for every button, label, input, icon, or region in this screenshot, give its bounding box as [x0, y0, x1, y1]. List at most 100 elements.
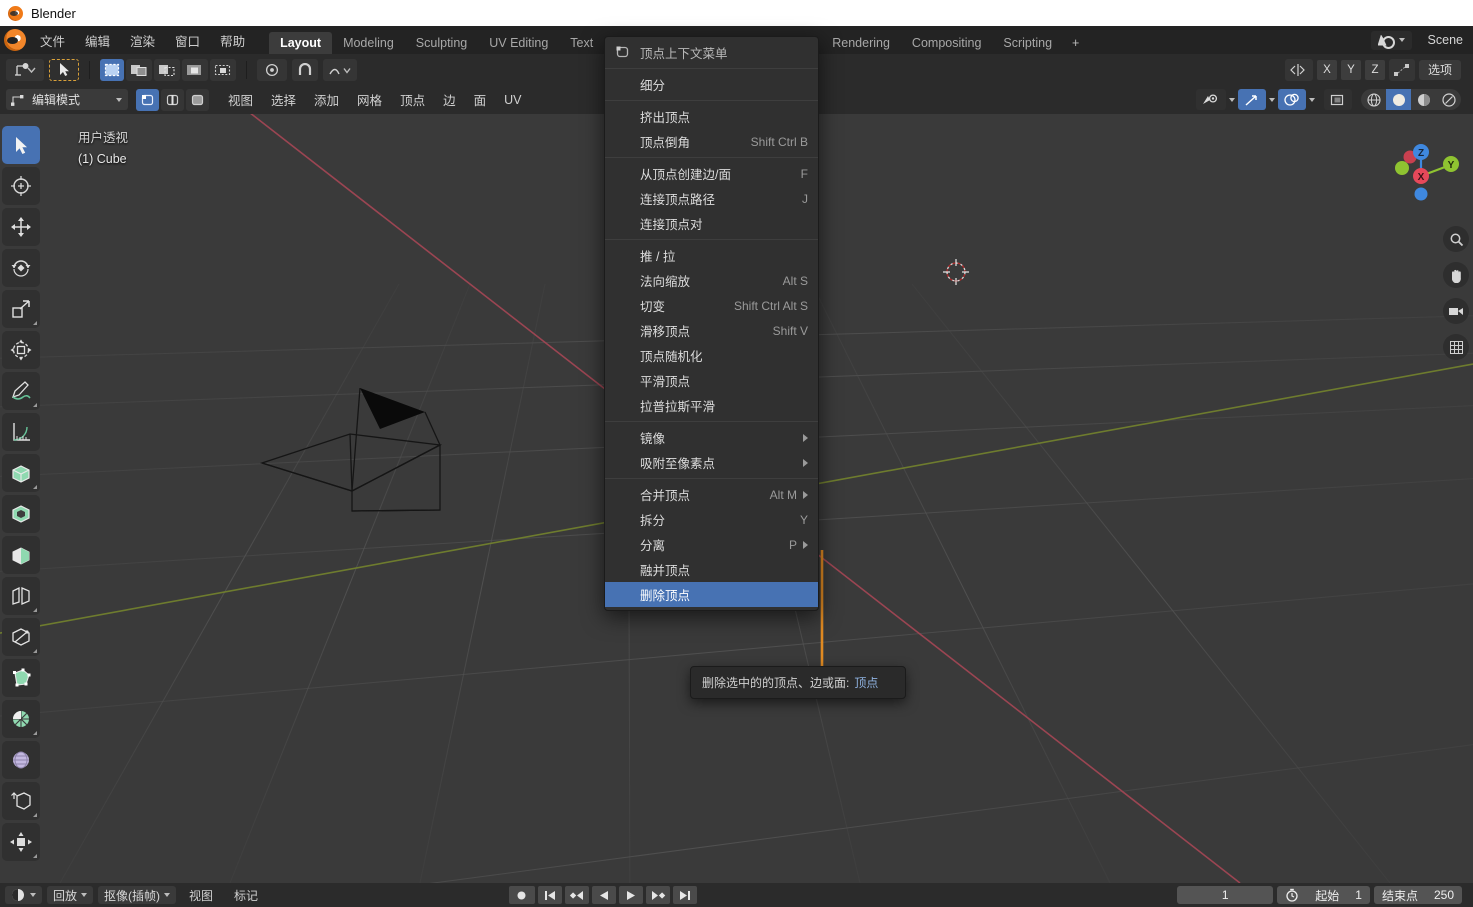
keying-menu[interactable]: 抠像(插帧): [98, 886, 177, 904]
tool-inset-faces[interactable]: [2, 536, 40, 574]
ctx-snap-to-pixel[interactable]: 吸附至像素点: [605, 450, 818, 475]
next-keyframe-icon[interactable]: [645, 886, 670, 904]
menu-window[interactable]: 窗口: [165, 26, 210, 54]
select-subtract-icon[interactable]: [154, 58, 180, 81]
menu-file[interactable]: 文件: [30, 26, 75, 54]
blender-menu-icon[interactable]: [4, 29, 26, 51]
ctx-separate[interactable]: 分离 P: [605, 532, 818, 557]
tool-bevel[interactable]: [2, 577, 40, 615]
editor-type-selector[interactable]: [5, 886, 42, 904]
timeline-menu-view[interactable]: 视图: [181, 887, 221, 904]
jump-end-icon[interactable]: [672, 886, 697, 904]
options-button[interactable]: 选项: [1418, 59, 1461, 80]
add-workspace-button[interactable]: +: [1063, 32, 1088, 54]
ctx-delete-vertices[interactable]: 删除顶点: [605, 582, 818, 607]
topology-mirror-icon[interactable]: [1388, 58, 1415, 81]
mirror-axis-z[interactable]: Z: [1364, 59, 1385, 80]
select-invert-icon[interactable]: [182, 58, 208, 81]
ctx-slide-vertices[interactable]: 滑移顶点 Shift V: [605, 318, 818, 343]
tool-cursor[interactable]: [2, 167, 40, 205]
select-extend-icon[interactable]: [126, 58, 152, 81]
menu-help[interactable]: 帮助: [210, 26, 255, 54]
tool-measure[interactable]: [2, 413, 40, 451]
chevron-down-icon[interactable]: [1229, 97, 1235, 102]
scene-selector[interactable]: [1370, 30, 1412, 50]
record-icon[interactable]: [508, 886, 535, 904]
tweak-tool-icon[interactable]: [49, 58, 79, 81]
ortho-persp-icon[interactable]: [1443, 334, 1469, 360]
tool-extrude[interactable]: [2, 495, 40, 533]
ctx-merge-vertices[interactable]: 合并顶点 Alt M: [605, 482, 818, 507]
tab-scripting[interactable]: Scripting: [992, 32, 1063, 54]
ctx-bevel-vertices[interactable]: 顶点倒角 Shift Ctrl B: [605, 129, 818, 154]
vp-menu-face[interactable]: 面: [465, 89, 496, 110]
play-reverse-icon[interactable]: [591, 886, 616, 904]
snap-magnet-icon[interactable]: [292, 58, 318, 81]
tool-scale[interactable]: [2, 290, 40, 328]
tool-annotate[interactable]: [2, 372, 40, 410]
ctx-connect-vertex-pairs[interactable]: 连接顶点对: [605, 211, 818, 236]
ctx-laplacian-smooth[interactable]: 拉普拉斯平滑: [605, 393, 818, 418]
mode-selector[interactable]: 编辑模式: [6, 89, 128, 110]
ctx-mirror[interactable]: 镜像: [605, 425, 818, 450]
tab-layout[interactable]: Layout: [269, 32, 333, 54]
vp-menu-uv[interactable]: UV: [495, 89, 530, 110]
vp-menu-mesh[interactable]: 网格: [348, 89, 391, 110]
tool-shrink-fatten[interactable]: [2, 782, 40, 820]
ctx-rip-vertices[interactable]: 拆分 Y: [605, 507, 818, 532]
ctx-connect-vertex-path[interactable]: 连接顶点路径 J: [605, 186, 818, 211]
face-select-icon[interactable]: [186, 88, 209, 111]
current-frame-field[interactable]: 1: [1177, 886, 1274, 904]
ctx-shrink-fatten[interactable]: 法向缩放 Alt S: [605, 268, 818, 293]
mirror-axis-x[interactable]: X: [1316, 59, 1337, 80]
chevron-down-icon[interactable]: [1309, 97, 1315, 102]
ctx-extrude-vertices[interactable]: 挤出顶点: [605, 104, 818, 129]
navigation-gizmo[interactable]: Z X Y: [1383, 132, 1459, 208]
tool-transform[interactable]: [2, 331, 40, 369]
tool-move[interactable]: [2, 208, 40, 246]
vp-menu-edge[interactable]: 边: [434, 89, 465, 110]
play-icon[interactable]: [618, 886, 643, 904]
tab-rendering[interactable]: Rendering: [821, 32, 901, 54]
tool-spin[interactable]: [2, 700, 40, 738]
visibility-icon[interactable]: [1196, 89, 1226, 110]
ctx-dissolve-vertices[interactable]: 融并顶点: [605, 557, 818, 582]
rendered-icon[interactable]: [1436, 89, 1461, 110]
mirror-axis-y[interactable]: Y: [1340, 59, 1361, 80]
vp-menu-add[interactable]: 添加: [305, 89, 348, 110]
tool-shear[interactable]: [2, 823, 40, 861]
material-preview-icon[interactable]: [1411, 89, 1436, 110]
vertex-select-icon[interactable]: [136, 88, 159, 111]
vp-menu-vertex[interactable]: 顶点: [391, 89, 434, 110]
xray-icon[interactable]: [1324, 89, 1352, 110]
tool-tweak[interactable]: [2, 126, 40, 164]
pan-hand-icon[interactable]: [1443, 262, 1469, 288]
jump-start-icon[interactable]: [537, 886, 562, 904]
ctx-new-edge-face[interactable]: 从顶点创建边/面 F: [605, 161, 818, 186]
tab-modeling[interactable]: Modeling: [332, 32, 405, 54]
tab-compositing[interactable]: Compositing: [901, 32, 992, 54]
mirror-icon[interactable]: [1284, 58, 1313, 81]
ctx-smooth-vertices[interactable]: 平滑顶点: [605, 368, 818, 393]
solid-icon[interactable]: [1386, 89, 1411, 110]
camera-view-icon[interactable]: [1443, 298, 1469, 324]
ctx-randomize-vertices[interactable]: 顶点随机化: [605, 343, 818, 368]
tool-smooth[interactable]: [2, 741, 40, 779]
transform-orientation-icon[interactable]: [6, 58, 44, 81]
ctx-subdivide[interactable]: 细分: [605, 72, 818, 97]
overlays-icon[interactable]: [1278, 89, 1306, 110]
edge-select-icon[interactable]: [161, 88, 184, 111]
ctx-shear[interactable]: 切变 Shift Ctrl Alt S: [605, 293, 818, 318]
chevron-down-icon[interactable]: [1269, 97, 1275, 102]
tool-poly-build[interactable]: [2, 659, 40, 697]
zoom-icon[interactable]: [1443, 226, 1469, 252]
snap-options-dropdown[interactable]: [323, 58, 357, 81]
tool-add-cube[interactable]: [2, 454, 40, 492]
vertex-context-menu[interactable]: 顶点上下文菜单 细分 挤出顶点 顶点倒角 Shift Ctrl B 从顶点创建边/…: [604, 36, 819, 611]
playback-menu[interactable]: 回放: [47, 886, 94, 904]
tab-uv-editing[interactable]: UV Editing: [478, 32, 559, 54]
gizmo-icon[interactable]: [1238, 89, 1266, 110]
tool-loop-cut[interactable]: [2, 618, 40, 656]
select-set-icon[interactable]: [100, 58, 124, 81]
ctx-push-pull[interactable]: 推 / 拉: [605, 243, 818, 268]
